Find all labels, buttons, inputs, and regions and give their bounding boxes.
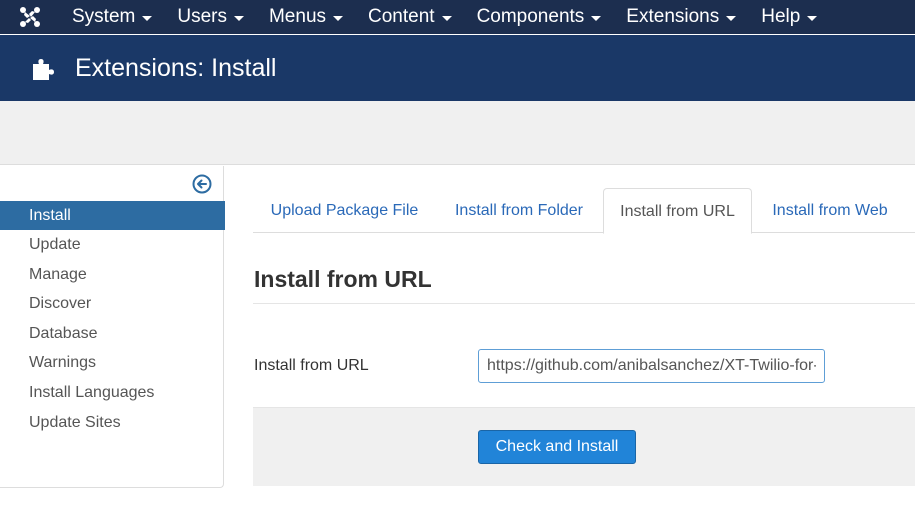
sidebar-menu: Install Update Manage Discover Database … xyxy=(0,201,225,437)
menu-menus-label: Menus xyxy=(268,6,327,27)
tab-install-from-web[interactable]: Install from Web xyxy=(755,188,905,233)
sidebar-item-install[interactable]: Install xyxy=(0,201,225,230)
top-menu-bar: System Users Menus Content Components Ex… xyxy=(0,0,915,34)
caret-down-icon xyxy=(807,15,818,21)
menu-users-label: Users xyxy=(177,6,227,27)
install-tabs: Upload Package File Install from Folder … xyxy=(253,188,915,234)
menu-content[interactable]: Content xyxy=(356,0,465,34)
sidebar-item-discover[interactable]: Discover xyxy=(0,289,225,319)
page-header: Extensions: Install xyxy=(0,35,915,101)
install-url-label: Install from URL xyxy=(254,357,369,374)
menu-components-label: Components xyxy=(476,6,585,27)
form-actions: Check and Install xyxy=(253,407,915,486)
caret-down-icon xyxy=(142,15,153,21)
page-title: Extensions: Install xyxy=(75,53,277,82)
caret-down-icon xyxy=(333,15,344,21)
sidebar: Install Update Manage Discover Database … xyxy=(0,166,225,488)
tab-install-from-folder[interactable]: Install from Folder xyxy=(439,188,599,233)
menu-system[interactable]: System xyxy=(60,0,165,34)
caret-down-icon xyxy=(726,15,737,21)
toolbar xyxy=(0,101,915,165)
sidebar-item-warnings[interactable]: Warnings xyxy=(0,348,225,378)
caret-down-icon xyxy=(441,15,452,21)
menu-extensions-label: Extensions xyxy=(626,6,720,27)
sidebar-item-manage[interactable]: Manage xyxy=(0,260,225,290)
menu-users[interactable]: Users xyxy=(165,0,257,34)
menu-help-label: Help xyxy=(761,6,801,27)
menu-menus[interactable]: Menus xyxy=(257,0,356,34)
sidebar-item-update-sites[interactable]: Update Sites xyxy=(0,408,225,438)
joomla-logo-icon[interactable] xyxy=(0,0,60,34)
tab-upload-package-file[interactable]: Upload Package File xyxy=(253,188,436,233)
menu-extensions[interactable]: Extensions xyxy=(614,0,749,34)
section-title: Install from URL xyxy=(254,266,432,292)
sidebar-item-database[interactable]: Database xyxy=(0,319,225,349)
caret-down-icon xyxy=(233,15,244,21)
puzzle-piece-icon xyxy=(29,53,59,83)
sidebar-item-update[interactable]: Update xyxy=(0,230,225,260)
section-divider xyxy=(253,303,915,304)
menu-components[interactable]: Components xyxy=(465,0,615,34)
tab-install-from-url[interactable]: Install from URL xyxy=(603,188,752,234)
menu-system-label: System xyxy=(72,6,136,27)
install-url-input[interactable] xyxy=(478,349,825,383)
menu-help[interactable]: Help xyxy=(749,0,830,34)
arrow-circle-left-icon[interactable] xyxy=(192,174,212,194)
menu-content-label: Content xyxy=(368,6,435,27)
sidebar-item-install-languages[interactable]: Install Languages xyxy=(0,378,225,408)
caret-down-icon xyxy=(591,15,602,21)
check-and-install-button[interactable]: Check and Install xyxy=(478,430,636,464)
